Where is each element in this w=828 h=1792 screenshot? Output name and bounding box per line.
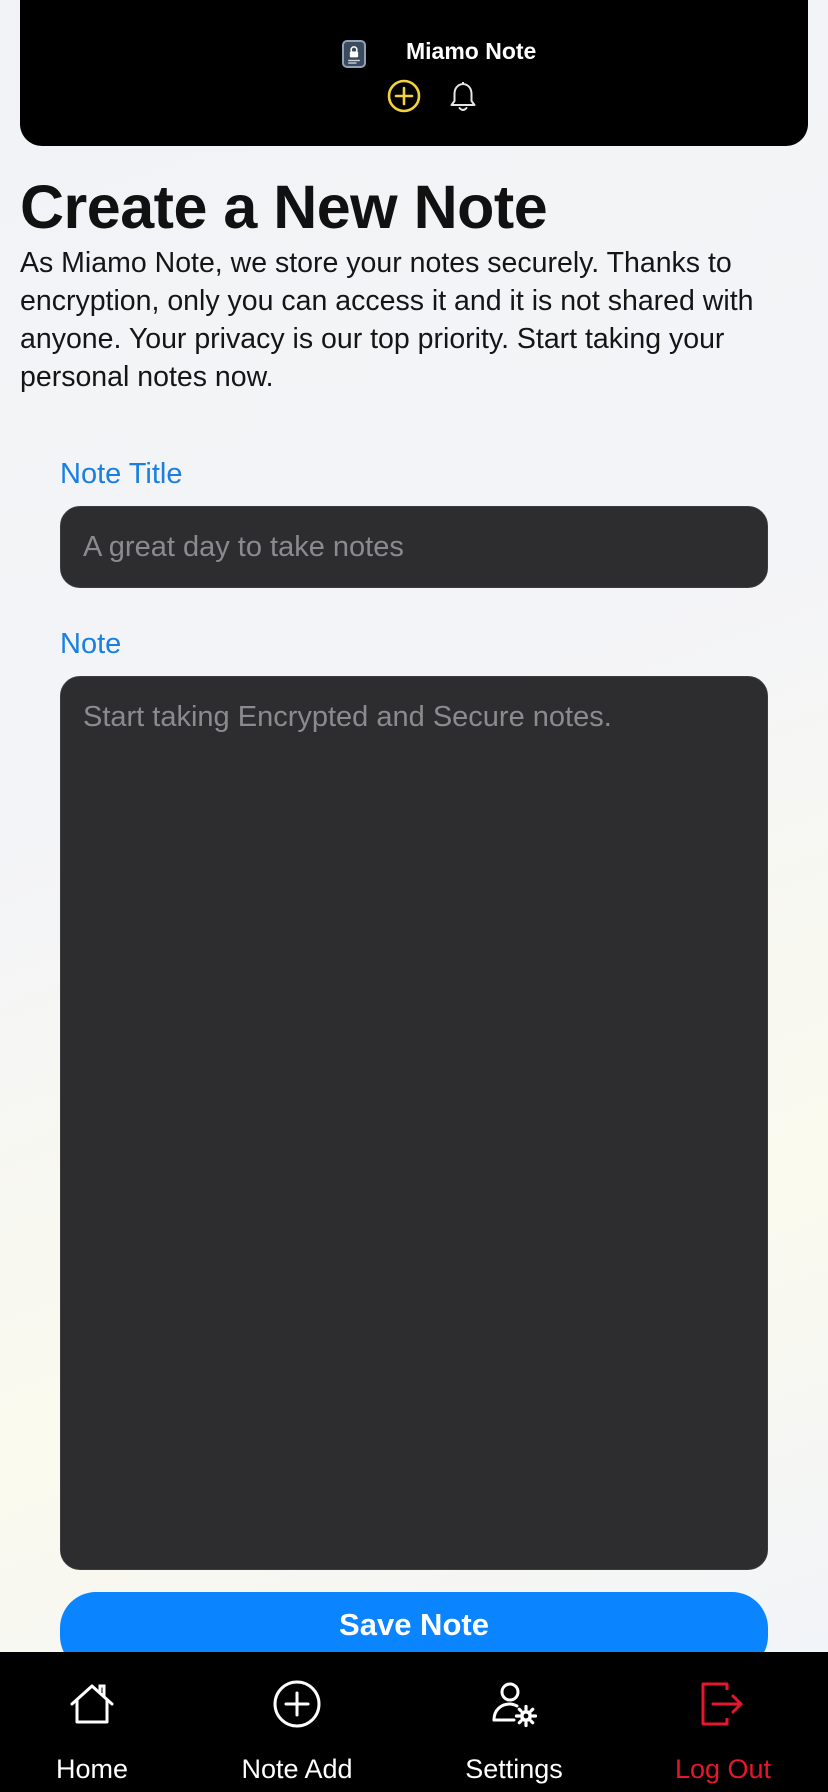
page-description: As Miamo Note, we store your notes secur…	[20, 247, 754, 393]
bell-icon[interactable]	[445, 78, 481, 114]
note-body-textarea[interactable]	[60, 676, 768, 1570]
home-icon	[70, 1684, 114, 1724]
app-logo-icon	[342, 40, 366, 68]
nav-label-home: Home	[55, 1754, 129, 1784]
add-circle-icon[interactable]	[386, 78, 422, 114]
nav-item-home[interactable]: Home	[36, 1652, 148, 1792]
nav-label-note-add: Note Add	[241, 1754, 353, 1784]
note-title-label: Note Title	[60, 458, 183, 490]
page-title: Create a New Note	[20, 173, 548, 241]
nav-item-note-add[interactable]: Note Add	[236, 1652, 358, 1792]
note-body-label: Note	[60, 628, 122, 660]
bottom-navigation: Home Note Add Settings Log Out	[0, 1652, 828, 1792]
add-circle-icon	[273, 1680, 321, 1728]
nav-item-log-out[interactable]: Log Out	[668, 1652, 778, 1792]
app-title: Miamo Note	[406, 38, 537, 64]
page: Miamo Note Create a New Note As Miamo No…	[0, 0, 828, 1792]
note-title-input[interactable]	[60, 506, 768, 588]
top-bar: Miamo Note	[20, 0, 808, 146]
nav-label-log-out: Log Out	[674, 1754, 772, 1784]
logout-icon	[701, 1682, 743, 1726]
nav-item-settings[interactable]: Settings	[456, 1652, 572, 1792]
nav-label-settings: Settings	[465, 1754, 563, 1784]
user-settings-icon	[492, 1682, 538, 1728]
